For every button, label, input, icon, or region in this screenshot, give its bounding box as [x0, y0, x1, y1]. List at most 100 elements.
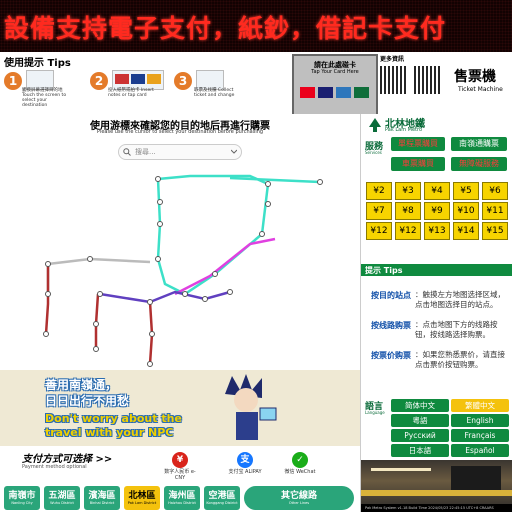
fare-button[interactable]: ¥2 — [366, 182, 392, 200]
step-1-touch-icon — [26, 70, 54, 90]
fare-button[interactable]: ¥6 — [482, 182, 508, 200]
lang-button-english[interactable]: English — [451, 414, 509, 427]
search-placeholder: 搜尋... — [135, 148, 156, 156]
version-info: Pak Metro System v1.18 Build Time 2024/0… — [361, 504, 512, 512]
payment-title: 支付方式可选择 >> — [22, 454, 113, 465]
fare-button[interactable]: ¥13 — [424, 222, 450, 240]
alipay-label: 支付宝 ALIPAY — [228, 469, 262, 475]
district-sublabel: Other Lines — [288, 501, 310, 505]
tip-text-fare: ：如果您熟悉票价，请直接点击票价按钮购票。 — [415, 350, 505, 369]
fare-button[interactable]: ¥15 — [482, 222, 508, 240]
tap-card-area[interactable]: 請在此處碰卡 Tap Your Card Here — [292, 54, 378, 116]
district-tab-other-lines[interactable]: 其它線路 Other Lines — [244, 486, 354, 510]
fare-button[interactable]: ¥12 — [366, 222, 392, 240]
fare-button[interactable]: ¥7 — [366, 202, 392, 220]
payment-methods: 支付方式可选择 >> Payment method optional ¥ 数字人… — [0, 446, 360, 484]
fare-button[interactable]: ¥4 — [424, 182, 450, 200]
district-label: 其它線路 — [280, 491, 317, 501]
tap-card-subtitle: Tap Your Card Here — [311, 69, 359, 75]
tips-title: 使用提示 Tips — [4, 58, 71, 69]
tip-label-fare: 按票价购票 — [371, 351, 411, 360]
led-banner: 設備支持電子支付，紙鈔，借記卡支付 — [0, 0, 512, 52]
fare-button[interactable]: ¥5 — [453, 182, 479, 200]
brand-header: 北林地鐵 Pak Lam Metro — [361, 114, 512, 136]
district-label: 海州區 — [168, 491, 196, 501]
lang-button-zh-hans[interactable]: 简体中文 — [391, 399, 449, 412]
district-label: 空港區 — [208, 491, 236, 501]
metro-line-map[interactable] — [0, 164, 360, 370]
step-2-card-icon — [112, 70, 164, 90]
route-map-area: 使用游標來確認您的目的地后再進行購票 Please use the cursor… — [0, 114, 360, 370]
qr-code-icon — [414, 66, 442, 94]
lang-button-french[interactable]: Français — [451, 429, 509, 442]
fare-button[interactable]: ¥8 — [395, 202, 421, 220]
tree-logo-icon — [369, 118, 381, 132]
tips-header: 提示 Tips — [361, 264, 512, 276]
district-tab-binhai[interactable]: 濱海區 Binhai District — [84, 486, 120, 510]
ecny-label: 数字人民币 e-CNY — [164, 469, 196, 481]
step-1-text: 觸摸屏幕選擇目的地 Touch the screen to select you… — [22, 88, 67, 108]
nanling-card-button[interactable]: 南嶺通購票 — [451, 137, 507, 151]
district-tab-nanling[interactable]: 南嶺市 Nanling City — [4, 486, 40, 510]
more-info-title: 更多資訊 — [380, 56, 405, 63]
district-label: 南嶺市 — [8, 491, 36, 501]
fare-button[interactable]: ¥9 — [424, 202, 450, 220]
ticket-purchase-button[interactable]: 車票購買 — [391, 157, 445, 171]
lang-button-cantonese[interactable]: 粵語 — [391, 414, 449, 427]
district-tab-haizhou[interactable]: 海州區 Haizhou District — [164, 486, 200, 510]
wechat-label: 微信 WeChat — [284, 469, 316, 475]
lang-button-zh-hant[interactable]: 繁體中文 — [451, 399, 509, 412]
alipay-icon[interactable]: 支 — [237, 452, 253, 468]
usage-tips-bar: 使用提示 Tips 1 觸摸屏幕選擇目的地 Touch the screen t… — [0, 52, 290, 114]
step-3-ticket-icon — [196, 70, 224, 90]
district-tab-wuhu[interactable]: 五湖區 Wuhu District — [44, 486, 80, 510]
district-sublabel: Binhai District — [89, 501, 115, 505]
step-2-badge: 2 — [90, 72, 108, 90]
district-tab-paklam[interactable]: 北林區 Pak Lam District — [124, 486, 160, 510]
mascot-character-icon — [225, 374, 277, 440]
right-panel: 北林地鐵 Pak Lam Metro 服務 Services 單程票購買 南嶺通… — [360, 114, 512, 512]
tips-header-title: 提示 Tips — [365, 266, 403, 275]
step-3-badge: 3 — [174, 72, 192, 90]
fare-button[interactable]: ¥12 — [395, 222, 421, 240]
payment-subtitle: Payment method optional — [22, 464, 87, 470]
npc-line-2: 日日出行不用愁 — [45, 394, 130, 408]
ecny-icon[interactable]: ¥ — [172, 452, 188, 468]
fare-button[interactable]: ¥11 — [482, 202, 508, 220]
tip-label-line: 按线路购票 — [371, 321, 411, 330]
card-logos-icon — [300, 87, 369, 98]
single-journey-button[interactable]: 單程票購買 — [391, 137, 445, 151]
lang-button-russian[interactable]: Русский — [391, 429, 449, 442]
district-label: 北林區 — [128, 491, 156, 501]
tip-label-destination: 按目的站点 — [371, 291, 411, 300]
step-1-badge: 1 — [4, 72, 22, 90]
more-info: 更多資訊 售票機 Ticket Machine — [378, 54, 512, 114]
led-banner-text: 設備支持電子支付，紙鈔，借記卡支付 — [4, 14, 447, 43]
npc-line-3: Don't worry about the — [45, 412, 182, 425]
district-sublabel: Haizhou District — [168, 501, 196, 505]
fare-button[interactable]: ¥14 — [453, 222, 479, 240]
lang-button-spanish[interactable]: Español — [451, 444, 509, 457]
district-label: 五湖區 — [48, 491, 76, 501]
ticket-machine-title: 售票機 — [454, 69, 496, 85]
district-tabs: 南嶺市 Nanling City 五湖區 Wuhu District 濱海區 Binh… — [0, 484, 360, 512]
wechat-icon[interactable]: ✓ — [292, 452, 308, 468]
lang-button-japanese[interactable]: 日本語 — [391, 444, 449, 457]
station-photo: Pak Metro System v1.18 Build Time 2024/0… — [361, 460, 512, 512]
qr-code-icon — [380, 66, 408, 94]
fare-buttons: ¥2 ¥3 ¥4 ¥5 ¥6 ¥7 ¥8 ¥9 ¥10 ¥11 ¥12 ¥12 … — [361, 178, 512, 244]
npc-line-4: travel with your NPC — [45, 426, 174, 439]
npc-line-1: 善用南嶺通， — [45, 378, 118, 392]
station-search-input[interactable]: 搜尋... — [118, 144, 242, 160]
map-subtitle: Please use the cursor to select your des… — [96, 129, 264, 135]
step-2-text: 投入紙幣或拍卡 Insert notes or tap card — [108, 88, 154, 98]
district-tab-konggang[interactable]: 空港區 Konggang District — [204, 486, 240, 510]
district-sublabel: Nanling City — [11, 501, 33, 505]
district-label: 濱海區 — [88, 491, 116, 501]
fare-button[interactable]: ¥3 — [395, 182, 421, 200]
fare-button[interactable]: ¥10 — [453, 202, 479, 220]
tip-text-line: ：点击地图下方的线路按钮，按线路选择购票。 — [415, 320, 498, 339]
tip-text-destination: ：触摸左方地图选择区域，点击地图选择目的站点。 — [415, 290, 505, 309]
accessibility-button[interactable]: 無障礙服務 — [451, 157, 507, 171]
search-icon — [123, 148, 131, 156]
